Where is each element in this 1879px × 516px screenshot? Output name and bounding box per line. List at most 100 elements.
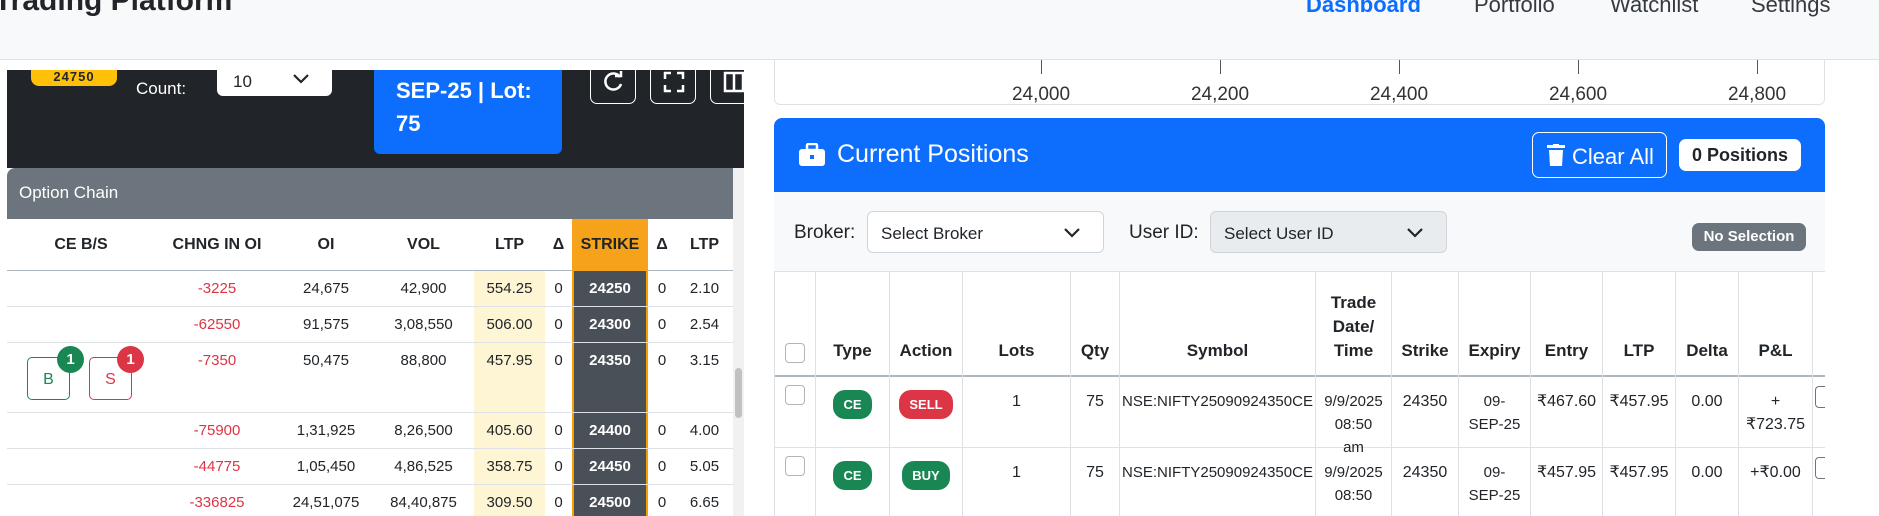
pe-delta-cell: 0 — [657, 458, 667, 475]
spot-price-badge: 24750 — [31, 70, 117, 86]
top-navbar: Trading Platform Dashboard Portfolio Wat… — [0, 0, 1879, 60]
header-strike: STRIKE — [572, 219, 648, 271]
selection-status-badge: No Selection — [1692, 223, 1806, 251]
type-badge: CE — [833, 390, 872, 419]
ltp-cell: ₹457.95 — [1603, 448, 1676, 516]
header-ltp: LTP — [1603, 272, 1676, 377]
expiry-line: SEP-25 | Lot: — [396, 78, 532, 103]
delta-cell: 0.00 — [1676, 448, 1739, 516]
axis-tick — [1220, 60, 1221, 74]
action-badge: BUY — [902, 461, 950, 490]
pe-ltp-cell[interactable]: 2.10 — [676, 271, 733, 297]
option-chain-scrollbar[interactable] — [733, 168, 744, 516]
option-chain-table: CE B/S CHNG IN OI OI VOL LTP Δ STRIKE Δ … — [7, 219, 733, 516]
row-action-button[interactable] — [1815, 457, 1825, 479]
position-row[interactable]: CE SELL 1 75 NSE:NIFTY25090924350CE 9/9/2025 0… — [775, 377, 1825, 456]
positions-title: Current Positions — [837, 140, 1029, 168]
option-chain-header: Option Chain — [7, 168, 744, 219]
oi-cell: 24,51,075 — [292, 494, 360, 511]
fullscreen-button[interactable] — [650, 70, 696, 104]
nav-settings[interactable]: Settings — [1751, 0, 1831, 18]
axis-tick — [1399, 60, 1400, 74]
delta-cell: 0 — [554, 352, 563, 369]
delta-cell: 0 — [554, 422, 563, 439]
ltp-cell[interactable]: 309.50 — [474, 485, 545, 511]
ltp-cell[interactable]: 358.75 — [474, 449, 545, 475]
option-chain-row[interactable]: -3225 24,675 42,900 554.25 0 24250 0 2.10 — [7, 271, 733, 307]
header-qty: Qty — [1071, 272, 1120, 377]
vol-cell: 88,800 — [400, 352, 447, 369]
ltp-cell[interactable]: 457.95 — [474, 343, 545, 369]
action-badge: SELL — [899, 390, 953, 419]
user-id-select-value: Select User ID — [1224, 224, 1334, 243]
position-row[interactable]: CE BUY 1 75 NSE:NIFTY25090924350CE 9/9/2025 08… — [775, 448, 1825, 516]
refresh-icon — [604, 71, 623, 91]
chevron-down-icon — [292, 70, 310, 90]
row-checkbox[interactable] — [785, 385, 805, 405]
count-select[interactable]: 10 — [217, 70, 332, 96]
ltp-cell[interactable]: 506.00 — [474, 307, 545, 333]
option-chain-row[interactable]: -75900 1,31,925 8,26,500 405.60 0 24400 0 4.00 — [7, 413, 733, 449]
pe-ltp-cell[interactable]: 2.54 — [676, 307, 733, 333]
refresh-button[interactable] — [590, 70, 636, 104]
vol-cell: 4,86,525 — [394, 458, 453, 475]
expiry-cell-line: 09- — [1483, 393, 1506, 410]
briefcase-icon — [798, 142, 826, 172]
pe-ltp-cell[interactable]: 5.05 — [676, 449, 733, 475]
app-brand[interactable]: Trading Platform — [0, 0, 232, 18]
pe-ltp-cell[interactable]: 4.00 — [676, 413, 733, 439]
select-all-checkbox[interactable] — [785, 343, 805, 363]
delta-cell: 0.00 — [1676, 377, 1739, 447]
ltp-cell[interactable]: 554.25 — [474, 271, 545, 297]
pe-ltp-cell[interactable]: 6.65 — [676, 485, 733, 511]
page: Trading Platform Dashboard Portfolio Wat… — [0, 0, 1879, 516]
header-lots: Lots — [963, 272, 1071, 377]
axis-tick-label: 24,000 — [1011, 84, 1071, 105]
sell-count-badge: 1 — [117, 346, 144, 373]
symbol-cell: NSE:NIFTY25090924350CE — [1120, 377, 1316, 447]
pnl-cell-line: +₹0.00 — [1750, 464, 1801, 481]
pnl-cell-line: + — [1770, 393, 1781, 410]
chng-oi-cell: -75900 — [193, 422, 241, 439]
oi-cell: 50,475 — [303, 352, 349, 369]
strike-cell: 24250 — [574, 271, 646, 306]
clear-all-button[interactable]: Clear All — [1532, 132, 1667, 178]
nav-watchlist[interactable]: Watchlist — [1610, 0, 1698, 18]
delta-cell: 0 — [554, 316, 563, 333]
pnl-cell: +₹0.00 — [1739, 448, 1813, 516]
option-chain-row[interactable]: -336825 24,51,075 84,40,875 309.50 0 24500 0 6.… — [7, 485, 733, 516]
oi-cell: 24,675 — [303, 280, 349, 297]
expiry-cell-line: SEP-25 — [1468, 416, 1521, 433]
expiry-cell: 09- SEP-25 — [1459, 377, 1531, 447]
type-badge: CE — [833, 461, 872, 490]
row-action-button[interactable] — [1815, 386, 1825, 408]
option-chain-header-row: CE B/S CHNG IN OI OI VOL LTP Δ STRIKE Δ … — [7, 219, 733, 271]
option-chain-title: Option Chain — [19, 183, 119, 202]
scrollbar-thumb[interactable] — [735, 368, 742, 418]
pe-ltp-cell[interactable]: 3.15 — [676, 343, 733, 369]
payoff-chart-axis: 24,000 24,200 24,400 24,600 24,800 — [774, 60, 1825, 105]
nav-dashboard[interactable]: Dashboard — [1306, 0, 1421, 18]
broker-select[interactable]: Select Broker — [867, 211, 1104, 253]
option-chain-row[interactable]: -44775 1,05,450 4,86,525 358.75 0 24450 0 5.05 — [7, 449, 733, 485]
option-chain-row[interactable]: -62550 91,575 3,08,550 506.00 0 24300 0 2.54 — [7, 307, 733, 343]
positions-table: Type Action Lots Qty Symbol Trade Date/ … — [774, 272, 1825, 516]
strike-cell: 24450 — [574, 449, 646, 484]
vol-cell: 42,900 — [400, 280, 447, 297]
fullscreen-icon — [663, 71, 685, 93]
delta-cell: 0 — [554, 280, 563, 297]
type-badge-cell: CE — [816, 377, 890, 447]
header-chng-oi: CHNG IN OI — [172, 236, 262, 253]
row-checkbox[interactable] — [785, 456, 805, 476]
header-delta: Δ — [552, 236, 565, 253]
lots-cell: 1 — [963, 377, 1071, 447]
header-vol: VOL — [407, 236, 440, 253]
layout-button[interactable] — [710, 70, 744, 104]
action-badge-cell: BUY — [890, 448, 963, 516]
nav-portfolio[interactable]: Portfolio — [1474, 0, 1555, 18]
ltp-cell[interactable]: 405.60 — [474, 413, 545, 439]
user-id-select[interactable]: Select User ID — [1210, 211, 1447, 253]
user-id-label: User ID: — [1129, 222, 1199, 243]
trade-date-cell-line: 9/9/2025 — [1324, 464, 1383, 481]
row-select-cell — [775, 448, 816, 516]
